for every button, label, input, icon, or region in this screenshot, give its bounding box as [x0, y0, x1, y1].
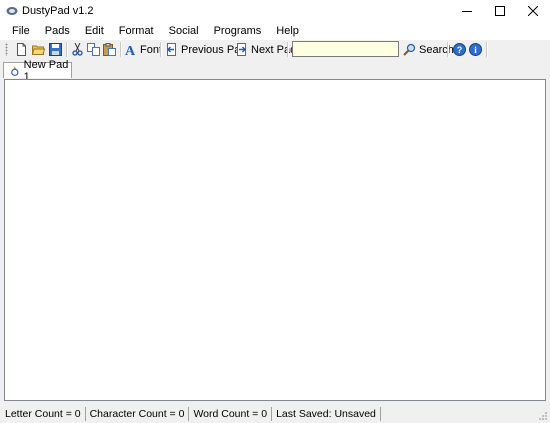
info-icon: i — [469, 43, 482, 56]
cut-icon — [72, 43, 83, 56]
editor-textarea[interactable] — [4, 79, 546, 401]
minimize-button[interactable] — [450, 0, 483, 22]
character-count-status: Character Count = 0 — [86, 406, 190, 421]
last-saved-status: Last Saved: Unsaved — [272, 406, 381, 421]
menu-pads[interactable]: Pads — [37, 22, 77, 40]
minimize-icon — [461, 11, 472, 12]
info-button[interactable]: i — [469, 41, 482, 58]
search-icon — [403, 43, 416, 56]
new-document-icon — [17, 43, 26, 56]
title-bar: DustyPad v1.2 — [0, 0, 550, 22]
toolbar-separator — [120, 42, 122, 57]
open-button[interactable] — [32, 41, 45, 58]
paste-icon — [103, 43, 116, 56]
svg-text:A: A — [125, 44, 136, 56]
new-button[interactable] — [15, 41, 28, 58]
toolbar-separator — [447, 42, 449, 57]
menu-help[interactable]: Help — [268, 22, 306, 40]
toolbar-separator — [486, 42, 488, 57]
app-icon — [6, 7, 18, 15]
toolbar-separator — [160, 42, 162, 57]
close-icon — [527, 6, 538, 16]
svg-text:?: ? — [457, 45, 463, 55]
menu-edit[interactable]: Edit — [77, 22, 111, 40]
word-count-status: Word Count = 0 — [189, 406, 273, 421]
pad-icon — [11, 65, 19, 76]
maximize-icon — [494, 6, 505, 16]
tab-strip — [0, 59, 550, 79]
save-button[interactable] — [49, 41, 62, 58]
search-input[interactable] — [292, 41, 399, 57]
copy-button[interactable] — [87, 41, 100, 58]
next-pad-label: Next Pad — [251, 43, 297, 56]
toolbar-grip[interactable] — [5, 43, 8, 56]
font-icon: A — [125, 44, 136, 56]
paste-button[interactable] — [103, 41, 116, 58]
open-folder-icon — [32, 45, 45, 55]
resize-grip-icon[interactable] — [538, 411, 548, 421]
cut-button[interactable] — [71, 41, 84, 58]
copy-icon — [87, 43, 100, 56]
help-button[interactable]: ? — [453, 41, 466, 58]
menu-file[interactable]: File — [0, 22, 37, 40]
save-icon — [49, 43, 62, 56]
font-button-label: Font — [140, 43, 163, 56]
toolbar: A Font Previous Pad Next Pad Search ? i — [0, 40, 550, 59]
next-pad-icon — [237, 43, 246, 56]
font-button[interactable]: A Font — [124, 41, 162, 58]
status-bar: Letter Count = 0 Character Count = 0 Wor… — [0, 404, 550, 423]
menu-programs[interactable]: Programs — [206, 22, 269, 40]
maximize-button[interactable] — [483, 0, 516, 22]
close-button[interactable] — [516, 0, 549, 22]
toolbar-separator — [66, 42, 68, 57]
toolbar-separator — [287, 42, 289, 57]
help-icon: ? — [453, 43, 466, 56]
letter-count-status: Letter Count = 0 — [0, 406, 86, 421]
menu-format[interactable]: Format — [111, 22, 161, 40]
tab-new-pad-1[interactable]: New Pad 1 — [3, 59, 72, 83]
menu-bar: File Pads Edit Format Social Programs He… — [0, 22, 550, 40]
window-title: DustyPad v1.2 — [22, 5, 94, 17]
menu-social[interactable]: Social — [161, 22, 206, 40]
previous-pad-icon — [167, 43, 176, 56]
